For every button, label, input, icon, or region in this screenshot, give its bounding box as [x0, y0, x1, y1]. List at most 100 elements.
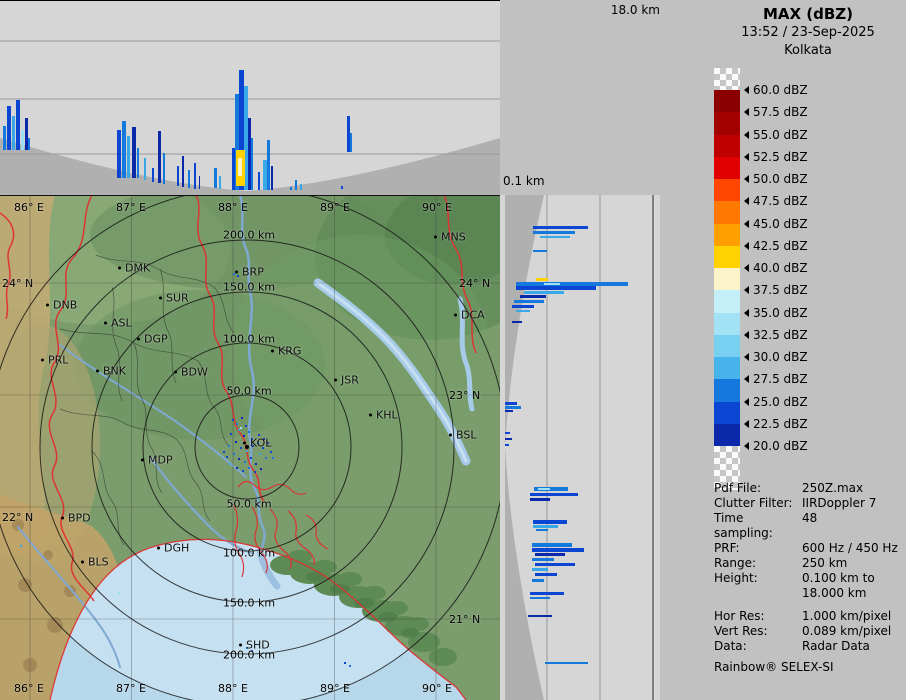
echo-bar: [505, 432, 510, 434]
range-ring-label: 100.0 km: [222, 546, 276, 560]
echo-bar: [512, 321, 522, 323]
ew-echo-bars: [0, 0, 500, 195]
metadata-value: IIRDoppler 7: [802, 496, 877, 510]
city-marker: KOL: [243, 437, 271, 450]
echo-bar: [188, 170, 190, 188]
echo-bar: [516, 310, 530, 312]
scale-color-block: [714, 90, 740, 113]
scale-color-block: [714, 223, 740, 246]
city-dot-icon: [334, 378, 337, 382]
range-ring-label: 100.0 km: [222, 332, 276, 346]
metadata-row: Height: 0.100 km to: [714, 571, 906, 586]
scale-tick-arrow-icon: [744, 442, 749, 450]
scale-tick-arrow-icon: [744, 130, 749, 139]
longitude-label: 88° E: [218, 682, 248, 695]
city-marker: DMK: [118, 262, 150, 275]
metadata-value: 250Z.max: [802, 481, 864, 495]
scale-color-block: [714, 401, 740, 424]
echo-bar: [533, 231, 575, 234]
metadata-label: Hor Res:: [714, 609, 765, 623]
city-label: DNB: [53, 298, 78, 312]
city-marker: JSR: [334, 374, 359, 387]
range-ring-label: 150.0 km: [222, 596, 276, 610]
scale-tick-label: 47.5 dBZ: [753, 194, 808, 209]
scale-tick-label: 27.5 dBZ: [753, 372, 808, 387]
echo-bar: [3, 126, 6, 150]
echo-bar: [532, 543, 572, 547]
height-axis-min-label: 0.1 km: [503, 174, 545, 188]
product-timestamp: 13:52 / 23-Sep-2025: [741, 25, 875, 40]
city-label: BLS: [88, 555, 109, 569]
scale-tick-label: 20.0 dBZ: [753, 439, 808, 453]
echo-bar: [214, 168, 217, 188]
city-marker: BRP: [235, 266, 264, 279]
scale-tick: 60.0 dBZ: [744, 83, 808, 97]
city-dot-icon: [96, 369, 99, 373]
longitude-label: 87° E: [116, 201, 146, 214]
city-marker: ASL: [104, 317, 132, 330]
city-label: KOL: [250, 436, 272, 450]
city-dot-icon: [104, 321, 107, 325]
scale-tick-arrow-icon: [744, 264, 749, 272]
scale-tick-label: 22.5 dBZ: [753, 416, 808, 431]
echo-bar: [538, 488, 550, 490]
metadata-label: Time sampling:: [714, 511, 773, 540]
echo-bar: [514, 300, 544, 303]
legend-panel: MAX (dBZ) 13:52 / 23-Sep-2025 Kolkata 60…: [710, 0, 906, 700]
latitude-label: 21° N: [449, 613, 481, 626]
scale-color-block: [714, 179, 740, 202]
echo-bar: [137, 148, 139, 178]
city-label: BDW: [181, 365, 208, 379]
echo-bar: [158, 131, 161, 183]
radar-map: 86° E 86° E 87° E 87° E 88° E 88° E 89° E 89° E…: [0, 170, 545, 700]
scale-tick: 30.0 dBZ: [744, 350, 808, 364]
scale-color-block: [714, 134, 740, 157]
echo-bar: [258, 172, 260, 190]
scale-color-block: [714, 268, 740, 291]
echo-bar: [533, 520, 567, 524]
echo-bar: [21, 130, 24, 150]
scale-tick-label: 55.0 dBZ: [753, 127, 808, 142]
city-label: KHL: [376, 408, 398, 422]
scale-tick-label: 60.0 dBZ: [753, 83, 808, 97]
echo-bar: [532, 568, 548, 571]
map-label-layer: 86° E 86° E 87° E 87° E 88° E 88° E 89° E 89° E…: [0, 195, 500, 700]
echo-bar: [512, 305, 534, 308]
city-marker: BPD: [61, 512, 91, 525]
city-label: SUR: [166, 291, 189, 305]
metadata-label: PRF:: [714, 541, 740, 555]
scale-overflow-checker-top: [714, 68, 740, 90]
scale-tick-label: 32.5 dBZ: [753, 327, 808, 342]
echo-bar: [535, 563, 575, 566]
scale-tick: 55.0 dBZ: [744, 128, 808, 142]
metadata-label: Height:: [714, 571, 758, 585]
city-label: KRG: [278, 344, 302, 358]
echo-bar: [530, 498, 550, 501]
metadata-value: Radar Data: [802, 639, 870, 653]
city-marker: BDW: [174, 366, 208, 379]
scale-color-block: [714, 290, 740, 313]
city-dot-icon: [118, 266, 121, 270]
city-label: JSR: [341, 373, 359, 387]
radar-site-name: Kolkata: [784, 43, 832, 58]
echo-bar: [290, 187, 292, 190]
echo-bar: [505, 444, 509, 446]
scale-tick: 32.5 dBZ: [744, 328, 808, 342]
echo-bar: [194, 163, 196, 189]
height-axis-max-label: 18.0 km: [610, 3, 660, 17]
city-label: BSL: [456, 428, 477, 442]
range-ring-label: 50.0 km: [226, 384, 272, 398]
echo-bar: [532, 558, 554, 561]
echo-bar: [505, 402, 517, 405]
software-brand: Rainbow® SELEX-SI: [714, 660, 834, 674]
echo-bar: [532, 579, 544, 582]
city-label: ASL: [111, 316, 132, 330]
city-marker: MDP: [141, 454, 173, 467]
echo-bar: [520, 295, 546, 298]
scale-tick-arrow-icon: [744, 86, 749, 94]
echo-bar: [295, 180, 297, 190]
scale-tick: 45.0 dBZ: [744, 217, 808, 231]
scale-color-block: [714, 245, 740, 268]
city-dot-icon: [243, 441, 246, 445]
city-dot-icon: [46, 303, 49, 307]
